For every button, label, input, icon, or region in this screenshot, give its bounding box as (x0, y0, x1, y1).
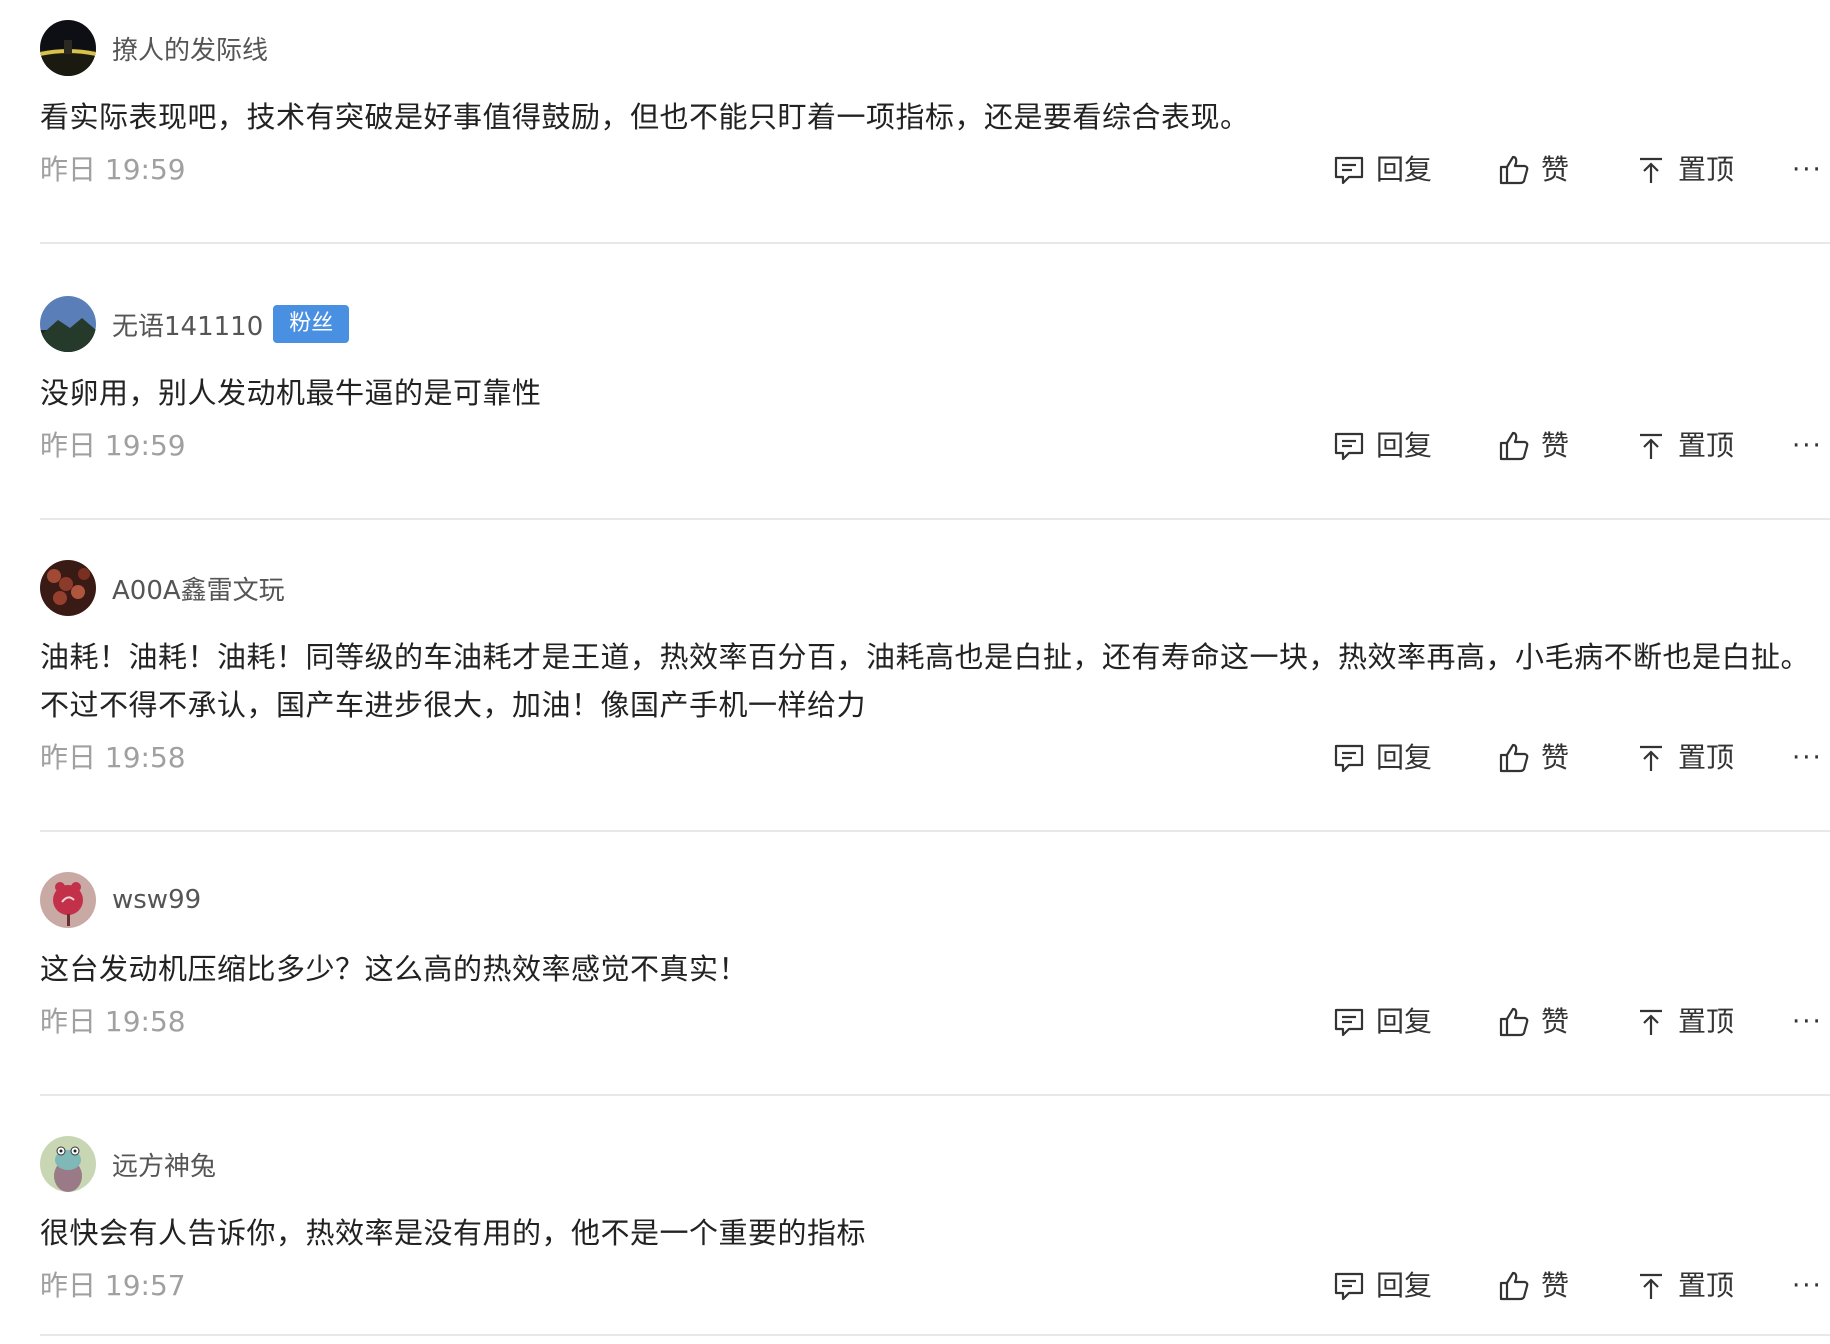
like-button[interactable]: 赞 (1497, 150, 1569, 190)
comment-icon (1332, 741, 1366, 775)
comment-meta: 昨日 19:59 回复 赞 置顶 ··· (40, 150, 1830, 190)
reply-label: 回复 (1376, 741, 1433, 774)
pin-to-top-icon (1634, 1269, 1668, 1303)
divider (40, 1334, 1830, 1336)
comment-header: 无语141110 粉丝 (40, 294, 350, 354)
more-button[interactable]: ··· (1792, 150, 1830, 190)
like-button[interactable]: 赞 (1497, 1266, 1569, 1306)
more-dots-icon: ··· (1792, 431, 1823, 461)
more-dots-icon: ··· (1792, 155, 1823, 185)
comment-list: 撩人的发际线 看实际表现吧，技术有突破是好事值得鼓励，但也不能只盯着一项指标，还… (0, 0, 1830, 1344)
timestamp: 昨日 19:59 (40, 429, 186, 462)
reply-button[interactable]: 回复 (1332, 738, 1432, 778)
divider (40, 242, 1830, 244)
comment-meta: 昨日 19:57 回复 赞 置顶 ··· (40, 1266, 1830, 1306)
comment-header: wsw99 (40, 870, 201, 930)
comment-text: 这台发动机压缩比多少？这么高的热效率感觉不真实！ (40, 952, 749, 986)
pin-to-top-icon (1634, 429, 1668, 463)
like-label: 赞 (1541, 429, 1570, 462)
reply-label: 回复 (1376, 153, 1433, 186)
comment-meta: 昨日 19:59 回复 赞 置顶 ··· (40, 426, 1830, 466)
like-button[interactable]: 赞 (1497, 1002, 1569, 1042)
reply-label: 回复 (1376, 1005, 1433, 1038)
thumbs-up-icon (1497, 153, 1531, 187)
more-button[interactable]: ··· (1792, 1266, 1830, 1306)
pin-button[interactable]: 置顶 (1634, 738, 1734, 778)
pin-label: 置顶 (1678, 1005, 1735, 1038)
username[interactable]: 撩人的发际线 (112, 30, 268, 67)
cartoon-flower-avatar[interactable] (40, 872, 96, 928)
divider (40, 830, 1830, 832)
timestamp: 昨日 19:59 (40, 153, 186, 186)
username[interactable]: wsw99 (112, 885, 201, 915)
beads-avatar[interactable] (40, 560, 96, 616)
pin-to-top-icon (1634, 153, 1668, 187)
like-label: 赞 (1541, 1005, 1570, 1038)
fan-badge: 粉丝 (273, 305, 350, 343)
pin-label: 置顶 (1678, 741, 1735, 774)
reply-button[interactable]: 回复 (1332, 150, 1432, 190)
more-dots-icon: ··· (1792, 743, 1823, 773)
timestamp: 昨日 19:58 (40, 1005, 186, 1038)
reply-label: 回复 (1376, 1269, 1433, 1302)
pin-to-top-icon (1634, 1005, 1668, 1039)
divider (40, 518, 1830, 520)
like-label: 赞 (1541, 1269, 1570, 1302)
thumbs-up-icon (1497, 429, 1531, 463)
comment-icon (1332, 429, 1366, 463)
timestamp: 昨日 19:58 (40, 741, 186, 774)
comment-text: 看实际表现吧，技术有突破是好事值得鼓励，但也不能只盯着一项指标，还是要看综合表现… (40, 100, 1250, 134)
reply-button[interactable]: 回复 (1332, 426, 1432, 466)
reply-label: 回复 (1376, 429, 1433, 462)
comment-icon (1332, 1005, 1366, 1039)
comment-header: 远方神兔 (40, 1134, 216, 1194)
pin-label: 置顶 (1678, 1269, 1735, 1302)
thumbs-up-icon (1497, 741, 1531, 775)
pin-button[interactable]: 置顶 (1634, 1266, 1734, 1306)
pin-button[interactable]: 置顶 (1634, 150, 1734, 190)
more-dots-icon: ··· (1792, 1007, 1823, 1037)
more-button[interactable]: ··· (1792, 738, 1830, 778)
pin-to-top-icon (1634, 741, 1668, 775)
comment-header: A00A鑫雷文玩 (40, 558, 285, 618)
thumbs-up-icon (1497, 1005, 1531, 1039)
comment-meta: 昨日 19:58 回复 赞 置顶 ··· (40, 738, 1830, 778)
thumbs-up-icon (1497, 1269, 1531, 1303)
pin-label: 置顶 (1678, 429, 1735, 462)
username[interactable]: 无语141110 (112, 306, 263, 343)
like-label: 赞 (1541, 741, 1570, 774)
cartoon-frog-avatar[interactable] (40, 1136, 96, 1192)
like-label: 赞 (1541, 153, 1570, 186)
reply-button[interactable]: 回复 (1332, 1002, 1432, 1042)
pin-label: 置顶 (1678, 153, 1735, 186)
mountain-avatar[interactable] (40, 296, 96, 352)
comment-icon (1332, 1269, 1366, 1303)
username[interactable]: 远方神兔 (112, 1146, 216, 1183)
comment-text: 油耗！油耗！油耗！同等级的车油耗才是王道，热效率百分百，油耗高也是白扯，还有寿命… (40, 640, 1811, 722)
comment-text: 很快会有人告诉你，热效率是没有用的，他不是一个重要的指标 (40, 1216, 867, 1250)
comment-text: 没卵用，别人发动机最牛逼的是可靠性 (40, 376, 542, 410)
username[interactable]: A00A鑫雷文玩 (112, 570, 285, 607)
like-button[interactable]: 赞 (1497, 426, 1569, 466)
reply-button[interactable]: 回复 (1332, 1266, 1432, 1306)
comment-header: 撩人的发际线 (40, 18, 268, 78)
divider (40, 1094, 1830, 1096)
timestamp: 昨日 19:57 (40, 1269, 186, 1302)
pin-button[interactable]: 置顶 (1634, 1002, 1734, 1042)
like-button[interactable]: 赞 (1497, 738, 1569, 778)
more-button[interactable]: ··· (1792, 1002, 1830, 1042)
night-road-avatar[interactable] (40, 20, 96, 76)
more-button[interactable]: ··· (1792, 426, 1830, 466)
more-dots-icon: ··· (1792, 1271, 1823, 1301)
comment-icon (1332, 153, 1366, 187)
pin-button[interactable]: 置顶 (1634, 426, 1734, 466)
comment-meta: 昨日 19:58 回复 赞 置顶 ··· (40, 1002, 1830, 1042)
